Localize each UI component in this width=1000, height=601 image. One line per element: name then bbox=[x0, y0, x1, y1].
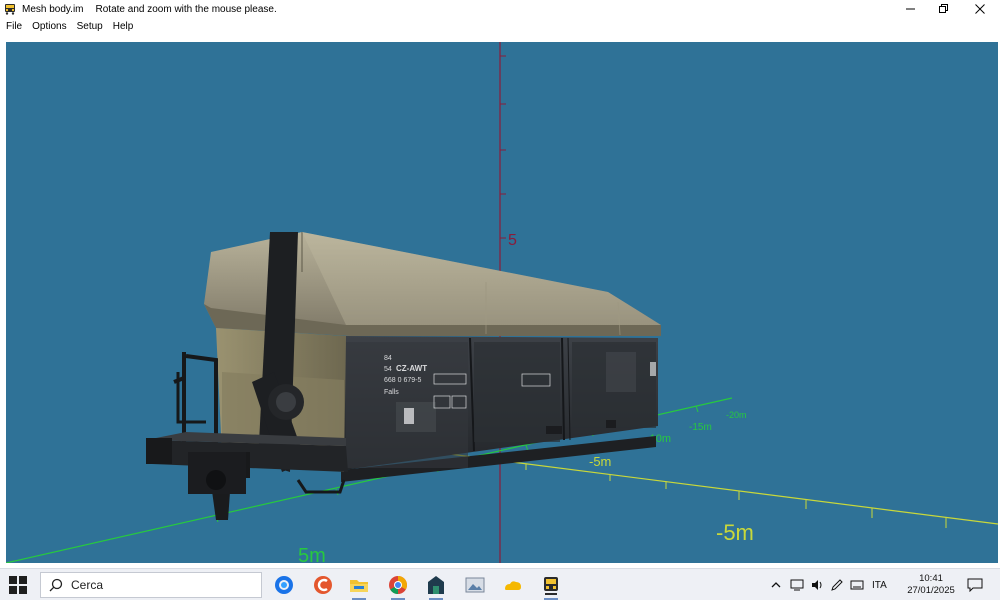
axis-label-20m: -20m bbox=[726, 410, 747, 420]
system-tray: ITA bbox=[770, 569, 887, 601]
ccleaner-icon bbox=[314, 576, 332, 594]
search-placeholder: Cerca bbox=[71, 578, 104, 592]
minimize-icon bbox=[906, 8, 915, 10]
taskbar-search-box[interactable]: Cerca bbox=[40, 572, 262, 598]
taskbar: Cerca ITA 10:41 27/01/2025 bbox=[0, 568, 1000, 600]
taskbar-ccleaner[interactable] bbox=[310, 573, 336, 597]
taskbar-network-app[interactable] bbox=[423, 573, 449, 600]
window-subtitle: Rotate and zoom with the mouse please. bbox=[95, 3, 277, 15]
wagon-mark-operator: CZ-AWT bbox=[396, 364, 427, 373]
folder-icon bbox=[350, 580, 368, 592]
network-icon[interactable] bbox=[790, 578, 804, 592]
taskbar-file-explorer[interactable] bbox=[346, 573, 372, 600]
wagon-mark-line2: 54 bbox=[384, 366, 392, 373]
close-button[interactable] bbox=[962, 0, 998, 18]
train-icon bbox=[544, 577, 558, 595]
clock-time: 10:41 bbox=[919, 573, 943, 584]
title-bar: Mesh body.im Rotate and zoom with the mo… bbox=[0, 0, 1000, 18]
wagon-mark-line1: 84 bbox=[384, 355, 392, 362]
taskbar-clock[interactable]: 10:41 27/01/2025 bbox=[900, 573, 962, 597]
search-icon bbox=[49, 578, 63, 592]
close-icon bbox=[975, 4, 985, 14]
restore-icon bbox=[939, 4, 948, 13]
chrome-icon bbox=[389, 576, 407, 594]
photos-icon bbox=[465, 577, 485, 593]
train-app-icon bbox=[5, 4, 15, 15]
clock-date: 27/01/2025 bbox=[907, 585, 955, 596]
restore-button[interactable] bbox=[926, 0, 962, 18]
axis-label-bottom-5m: 5m bbox=[298, 545, 326, 563]
chevron-up-icon[interactable] bbox=[770, 579, 782, 591]
menu-options[interactable]: Options bbox=[32, 21, 66, 32]
wagon-mark-class: Falls bbox=[384, 389, 399, 396]
menu-setup[interactable]: Setup bbox=[77, 21, 103, 32]
copilot-icon bbox=[275, 576, 293, 594]
axis-label-5m-small: -5m bbox=[589, 454, 611, 469]
axis-label-15m: -15m bbox=[689, 422, 712, 433]
windows-start-icon[interactable] bbox=[8, 575, 28, 595]
wagon-model[interactable]: 84 54 CZ-AWT 668 0 679-5 Falls bbox=[146, 232, 661, 520]
menu-bar: File Options Setup Help bbox=[0, 18, 1000, 34]
network-app-icon bbox=[428, 576, 444, 594]
axis-label-5m-large: -5m bbox=[716, 520, 754, 545]
taskbar-folder[interactable] bbox=[500, 573, 526, 597]
minimize-button[interactable] bbox=[893, 0, 929, 18]
taskbar-train-app[interactable] bbox=[538, 573, 564, 600]
keyboard-icon[interactable] bbox=[850, 578, 864, 592]
3d-viewport[interactable]: 5 -20m -15m -10m 5m -5m -5m 84 54 CZ-AWT… bbox=[6, 42, 998, 563]
window-title: Mesh body.im bbox=[22, 3, 84, 15]
taskbar-task-view[interactable] bbox=[271, 573, 297, 597]
notification-icon[interactable] bbox=[967, 578, 983, 592]
volume-icon[interactable] bbox=[810, 578, 824, 592]
pen-icon[interactable] bbox=[830, 578, 844, 592]
wagon-mark-number: 668 0 679-5 bbox=[384, 377, 421, 384]
taskbar-chrome[interactable] bbox=[385, 573, 411, 600]
menu-file[interactable]: File bbox=[6, 21, 22, 32]
menu-help[interactable]: Help bbox=[113, 21, 134, 32]
language-indicator[interactable]: ITA bbox=[872, 580, 887, 591]
taskbar-photos[interactable] bbox=[462, 573, 488, 597]
vertical-axis-label: 5 bbox=[508, 232, 517, 249]
cloud-folder-icon bbox=[505, 581, 521, 590]
